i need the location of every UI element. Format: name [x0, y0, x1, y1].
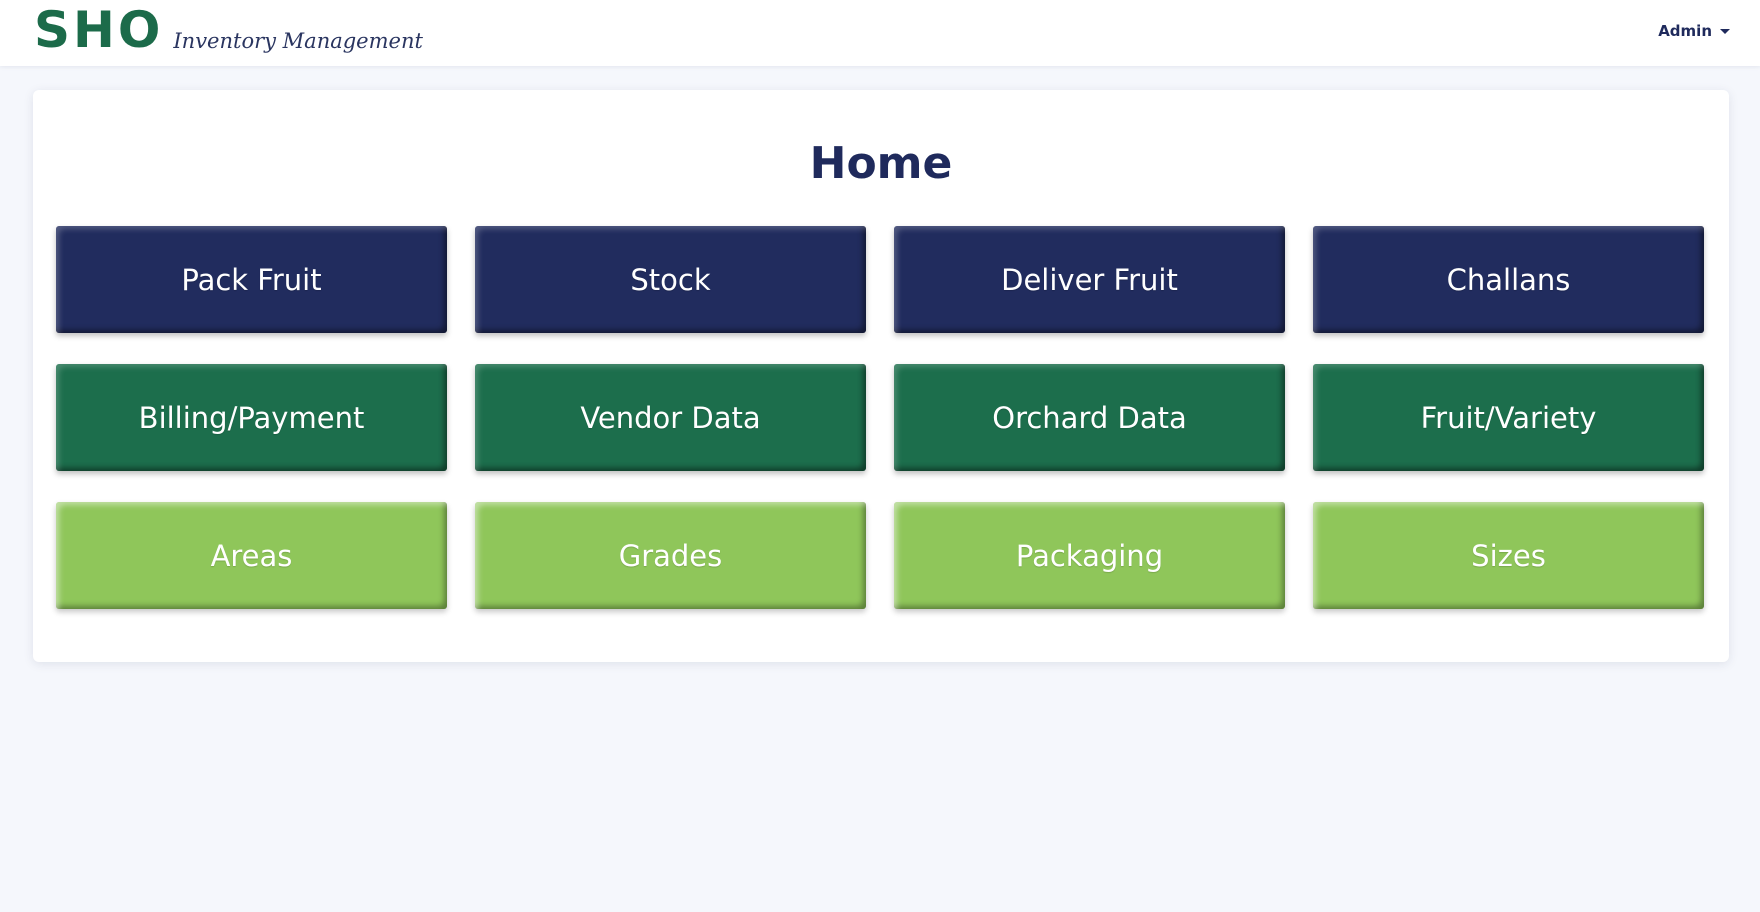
deliver-fruit-button[interactable]: Deliver Fruit — [894, 226, 1285, 333]
user-menu-label: Admin — [1658, 22, 1712, 40]
sizes-button[interactable]: Sizes — [1313, 502, 1704, 609]
billing-payment-button[interactable]: Billing/Payment — [56, 364, 447, 471]
home-card: Home Pack Fruit Stock Deliver Fruit Chal… — [33, 90, 1729, 662]
page-title: Home — [809, 138, 953, 189]
orchard-data-button[interactable]: Orchard Data — [894, 364, 1285, 471]
packaging-button[interactable]: Packaging — [894, 502, 1285, 609]
challans-button[interactable]: Challans — [1313, 226, 1704, 333]
caret-down-icon — [1720, 28, 1730, 34]
brand-logo[interactable]: SHO Inventory Management — [34, 4, 423, 56]
user-menu-dropdown[interactable]: Admin — [1658, 20, 1730, 42]
logo-subtitle: Inventory Management — [173, 29, 423, 53]
fruit-variety-button[interactable]: Fruit/Variety — [1313, 364, 1704, 471]
grades-button[interactable]: Grades — [475, 502, 866, 609]
logo-mark: SHO — [34, 1, 164, 59]
pack-fruit-button[interactable]: Pack Fruit — [56, 226, 447, 333]
tile-grid: Pack Fruit Stock Deliver Fruit Challans … — [56, 226, 1704, 609]
stock-button[interactable]: Stock — [475, 226, 866, 333]
top-navbar: SHO Inventory Management Admin — [0, 0, 1760, 66]
areas-button[interactable]: Areas — [56, 502, 447, 609]
vendor-data-button[interactable]: Vendor Data — [475, 364, 866, 471]
